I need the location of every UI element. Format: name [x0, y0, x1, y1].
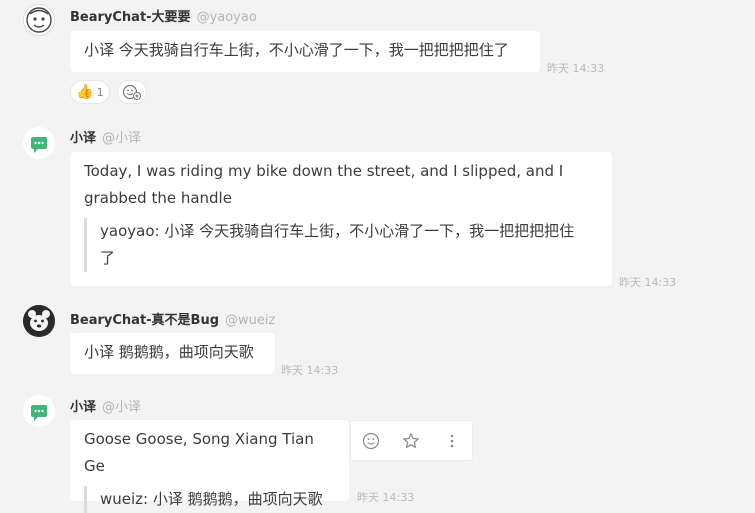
thumbs-up-icon: 👍	[76, 84, 94, 100]
sender-handle: @小译	[102, 400, 142, 415]
quoted-message: yaoyao: 小译 今天我骑自行车上街，不小心滑了一下，我一把把把把住 了	[84, 218, 598, 272]
message-bubble: Goose Goose, Song Xiang Tian Ge wueiz: 小…	[70, 420, 349, 513]
add-reaction-button[interactable]	[356, 426, 386, 456]
message-action-bar	[350, 420, 473, 461]
more-vertical-icon	[450, 434, 454, 447]
quote-text: wueiz: 小译 鹅鹅鹅，曲项向天歌	[100, 490, 323, 508]
sender-handle: @yaoyao	[196, 10, 257, 25]
timestamp: 昨天 14:33	[547, 62, 605, 75]
avatar-bearychat-yaoyao[interactable]	[23, 4, 55, 36]
quote-text-line: 了	[100, 249, 116, 267]
cartoon-face-icon	[26, 7, 52, 33]
message-bubble: 小译 今天我骑自行车上街，不小心滑了一下，我一把把把把住了	[70, 31, 540, 72]
add-reaction-icon	[122, 84, 141, 100]
sender-name[interactable]: BearyChat-真不是Bug	[70, 313, 219, 328]
quoted-message: wueiz: 小译 鹅鹅鹅，曲项向天歌	[84, 486, 335, 513]
sender-name[interactable]: 小译	[70, 131, 96, 146]
message-header: 小译 @小译	[70, 396, 141, 415]
avatar-xiaoyi-bot[interactable]	[23, 127, 55, 159]
reaction-count: 1	[96, 85, 104, 99]
sender-name[interactable]: 小译	[70, 400, 96, 415]
message-text-line: grabbed the handle	[84, 189, 232, 207]
quote-text-line: yaoyao: 小译 今天我骑自行车上街，不小心滑了一下，我一把把把把住	[100, 222, 575, 240]
sender-handle: @小译	[102, 131, 142, 146]
timestamp: 昨天 14:33	[619, 276, 677, 289]
sender-handle: @wueiz	[225, 313, 276, 328]
avatar-bearychat-wueiz[interactable]	[23, 305, 55, 337]
sender-name[interactable]: BearyChat-大要要	[70, 10, 191, 25]
more-options-button[interactable]	[437, 426, 467, 456]
timestamp: 昨天 14:33	[357, 491, 415, 504]
message-header: 小译 @小译	[70, 127, 141, 146]
reaction-thumbs-up[interactable]: 👍 1	[70, 80, 110, 104]
star-icon	[403, 432, 420, 448]
message-text: Goose Goose, Song Xiang Tian Ge	[84, 430, 314, 475]
bot-chat-icon	[24, 128, 54, 158]
avatar-xiaoyi-bot[interactable]	[23, 395, 55, 427]
timestamp: 昨天 14:33	[281, 364, 339, 377]
message-text-line: Today, I was riding my bike down the str…	[84, 162, 564, 180]
smiley-icon	[363, 432, 380, 449]
star-button[interactable]	[396, 426, 426, 456]
message-text: 小译 鹅鹅鹅，曲项向天歌	[84, 343, 254, 361]
bear-face-icon	[23, 305, 55, 337]
message-header: BearyChat-真不是Bug @wueiz	[70, 309, 275, 328]
message-header: BearyChat-大要要 @yaoyao	[70, 6, 257, 25]
bot-chat-icon	[24, 396, 54, 426]
message-text: 小译 今天我骑自行车上街，不小心滑了一下，我一把把把把住了	[84, 41, 509, 59]
add-reaction-button[interactable]	[117, 80, 147, 104]
message-bubble: Today, I was riding my bike down the str…	[70, 152, 612, 286]
message-bubble: 小译 鹅鹅鹅，曲项向天歌	[70, 333, 275, 374]
